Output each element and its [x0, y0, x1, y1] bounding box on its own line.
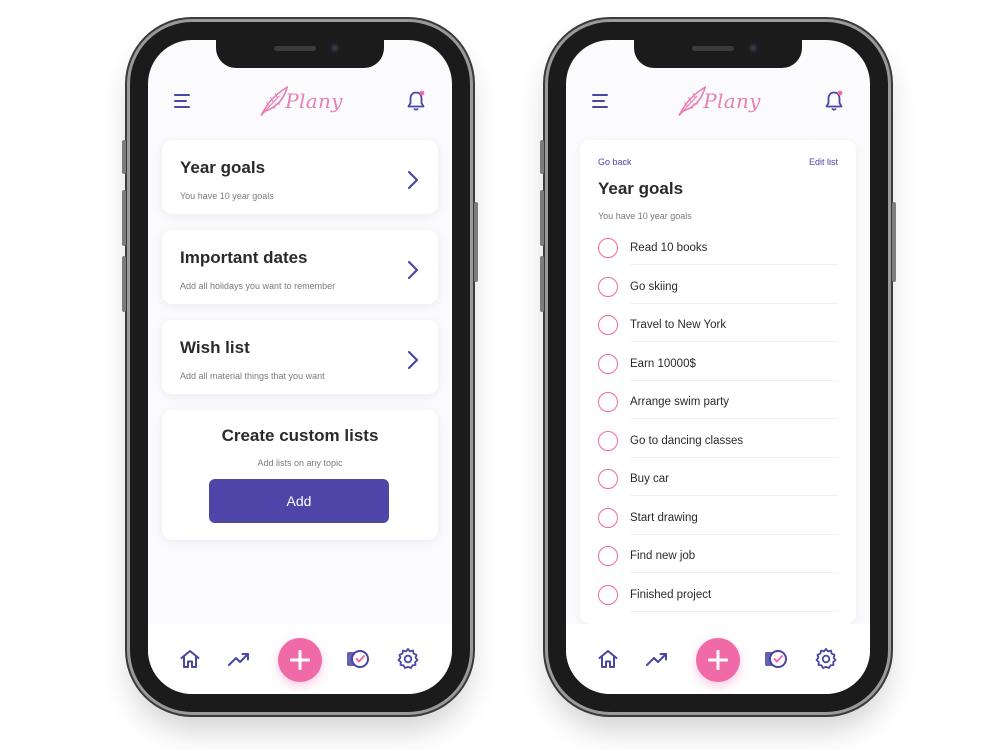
phone-left: Plany Year goals You have 10 year goals …: [122, 22, 478, 712]
card-subtitle: Add all holidays you want to remember: [180, 281, 336, 291]
checklist-icon[interactable]: [346, 647, 370, 671]
goal-checkbox[interactable]: [598, 469, 618, 489]
goal-checkbox[interactable]: [598, 585, 618, 605]
goal-item[interactable]: Earn 10000$: [598, 354, 838, 392]
volume-up-button: [540, 190, 544, 246]
volume-down-button: [540, 256, 544, 312]
goal-label: Travel to New York: [630, 319, 727, 331]
mute-switch: [122, 140, 126, 174]
year-goals-panel: Go back Edit list Year goals You have 10…: [580, 140, 856, 624]
goal-item[interactable]: Arrange swim party: [598, 392, 838, 430]
card-subtitle: You have 10 year goals: [180, 191, 274, 201]
card-year-goals[interactable]: Year goals You have 10 year goals: [162, 140, 438, 214]
goal-item[interactable]: Go skiing: [598, 277, 838, 315]
card-subtitle: Add all material things that you want: [180, 371, 325, 381]
goal-checkbox[interactable]: [598, 431, 618, 451]
top-bar: Plany: [566, 82, 870, 122]
notification-bell-icon[interactable]: [406, 90, 426, 112]
power-button: [892, 202, 896, 282]
add-fab-button[interactable]: [696, 638, 740, 682]
chevron-right-icon: [407, 260, 419, 280]
goal-label: Buy car: [630, 473, 669, 485]
list-title: Year goals: [598, 179, 684, 198]
notch: [216, 40, 384, 68]
goal-item[interactable]: Buy car: [598, 469, 838, 507]
mute-switch: [540, 140, 544, 174]
goal-checkbox[interactable]: [598, 238, 618, 258]
chevron-right-icon: [407, 350, 419, 370]
bottom-nav: [566, 624, 870, 694]
volume-up-button: [122, 190, 126, 246]
app-logo: Plany: [675, 84, 760, 118]
home-icon[interactable]: [596, 647, 620, 671]
goal-label: Read 10 books: [630, 242, 708, 254]
screen-year-goals: Plany Go back Edit list Year goals You h…: [566, 40, 870, 694]
goal-item[interactable]: Travel to New York: [598, 315, 838, 353]
app-logo: Plany: [257, 84, 342, 118]
custom-list-subtitle: Add lists on any topic: [257, 458, 343, 468]
goal-label: Arrange swim party: [630, 396, 730, 408]
goal-item[interactable]: Start drawing: [598, 508, 838, 546]
menu-icon[interactable]: [174, 94, 192, 108]
checklist-icon[interactable]: [764, 647, 788, 671]
goal-checkbox[interactable]: [598, 508, 618, 528]
edit-list-link[interactable]: Edit list: [809, 157, 838, 167]
goal-label: Go to dancing classes: [630, 435, 744, 447]
goal-label: Earn 10000$: [630, 358, 696, 370]
add-fab-button[interactable]: [278, 638, 322, 682]
list-subtitle: You have 10 year goals: [598, 211, 692, 221]
card-important-dates[interactable]: Important dates Add all holidays you wan…: [162, 230, 438, 304]
home-icon[interactable]: [178, 647, 202, 671]
volume-down-button: [122, 256, 126, 312]
add-list-button[interactable]: Add: [209, 479, 389, 523]
logo-text: Plany: [285, 89, 343, 113]
logo-text: Plany: [703, 89, 761, 113]
goal-checkbox[interactable]: [598, 315, 618, 335]
trending-up-icon[interactable]: [645, 647, 669, 671]
power-button: [474, 202, 478, 282]
goal-checkbox[interactable]: [598, 546, 618, 566]
card-create-custom-list: Create custom lists Add lists on any top…: [162, 410, 438, 540]
screen-lists: Plany Year goals You have 10 year goals …: [148, 40, 452, 694]
goal-item[interactable]: Read 10 books: [598, 238, 838, 276]
goal-label: Start drawing: [630, 512, 698, 524]
top-bar: Plany: [148, 82, 452, 122]
goal-item[interactable]: Go to dancing classes: [598, 431, 838, 469]
card-wish-list[interactable]: Wish list Add all material things that y…: [162, 320, 438, 394]
chevron-right-icon: [407, 170, 419, 190]
card-title: Important dates: [180, 248, 308, 267]
goal-item[interactable]: Find new job: [598, 546, 838, 584]
goal-item[interactable]: Finished project: [598, 585, 838, 623]
notch: [634, 40, 802, 68]
goal-label: Finished project: [630, 589, 712, 601]
card-title: Year goals: [180, 158, 266, 177]
trending-up-icon[interactable]: [227, 647, 251, 671]
goal-label: Go skiing: [630, 281, 678, 293]
goal-checkbox[interactable]: [598, 392, 618, 412]
goal-checkbox[interactable]: [598, 277, 618, 297]
phone-right: Plany Go back Edit list Year goals You h…: [540, 22, 896, 712]
settings-icon[interactable]: [396, 647, 420, 671]
custom-list-title: Create custom lists: [221, 426, 379, 445]
bottom-nav: [148, 624, 452, 694]
goal-label: Find new job: [630, 550, 696, 562]
go-back-link[interactable]: Go back: [598, 157, 632, 167]
settings-icon[interactable]: [814, 647, 838, 671]
menu-icon[interactable]: [592, 94, 610, 108]
notification-bell-icon[interactable]: [824, 90, 844, 112]
card-title: Wish list: [180, 338, 250, 357]
goal-checkbox[interactable]: [598, 354, 618, 374]
